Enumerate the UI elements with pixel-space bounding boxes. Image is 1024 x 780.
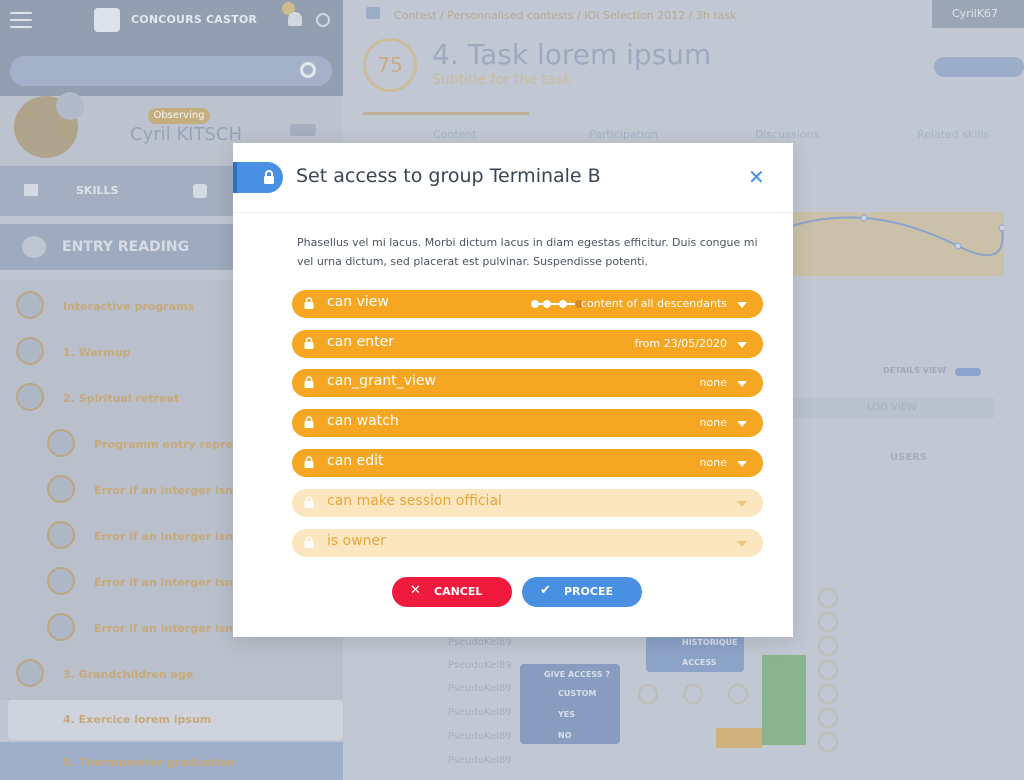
lock-icon [304, 416, 314, 428]
permission-can-edit[interactable]: can edit none [292, 449, 763, 477]
permission-can-enter[interactable]: can enter from 23/05/2020 [292, 330, 763, 358]
permission-can-view[interactable]: can view content of all descendants [292, 290, 763, 318]
permission-label: can make session official [327, 493, 502, 509]
slider-step[interactable] [531, 300, 539, 308]
lock-icon [304, 376, 314, 388]
proceed-button-label: PROCEE [564, 585, 613, 598]
permission-is-owner[interactable]: is owner [292, 529, 763, 557]
permission-label: can_grant_view [327, 373, 436, 389]
permission-value: from 23/05/2020 [634, 337, 728, 350]
permission-can-make-session-official[interactable]: can make session official [292, 489, 763, 517]
chevron-down-icon[interactable] [737, 461, 747, 467]
chevron-down-icon[interactable] [737, 421, 747, 427]
permission-level-slider[interactable] [531, 300, 587, 308]
slider-step[interactable] [559, 300, 567, 308]
proceed-button[interactable]: ✔ PROCEE [522, 577, 642, 607]
permission-value: content of all descendants [580, 297, 727, 310]
lock-icon [304, 456, 314, 468]
cancel-button[interactable]: ✕ CANCEL [392, 577, 512, 607]
chevron-down-icon[interactable] [737, 342, 747, 348]
modal-description: Phasellus vel mi lacus. Morbi dictum lac… [297, 236, 758, 268]
permission-can-grant-view[interactable]: can_grant_view none [292, 369, 763, 397]
lock-icon [304, 536, 314, 548]
permission-can-watch[interactable]: can watch none [292, 409, 763, 437]
modal-title: Set access to group Terminale B [296, 165, 601, 187]
permission-label: can watch [327, 413, 399, 429]
lock-icon [264, 170, 274, 184]
check-icon: ✔ [540, 583, 551, 598]
permission-label: can enter [327, 334, 394, 350]
permission-label: is owner [327, 533, 386, 549]
modal-header: Set access to group Terminale B ✕ [233, 143, 793, 213]
lock-icon [304, 297, 314, 309]
permission-value: none [699, 456, 727, 469]
permission-value: none [699, 376, 727, 389]
access-modal: Set access to group Terminale B ✕ Phasel… [233, 143, 793, 637]
lock-icon [304, 337, 314, 349]
close-icon: ✕ [410, 583, 421, 598]
cancel-button-label: CANCEL [434, 585, 483, 598]
close-icon[interactable]: ✕ [748, 165, 765, 189]
lock-icon [304, 496, 314, 508]
chevron-down-icon[interactable] [737, 541, 747, 547]
slider-step[interactable] [543, 300, 551, 308]
permission-value: none [699, 416, 727, 429]
chevron-down-icon[interactable] [737, 501, 747, 507]
permission-label: can view [327, 294, 389, 310]
chevron-down-icon[interactable] [737, 381, 747, 387]
chevron-down-icon[interactable] [737, 302, 747, 308]
permission-label: can edit [327, 453, 384, 469]
modal-lock-tab [233, 162, 283, 193]
